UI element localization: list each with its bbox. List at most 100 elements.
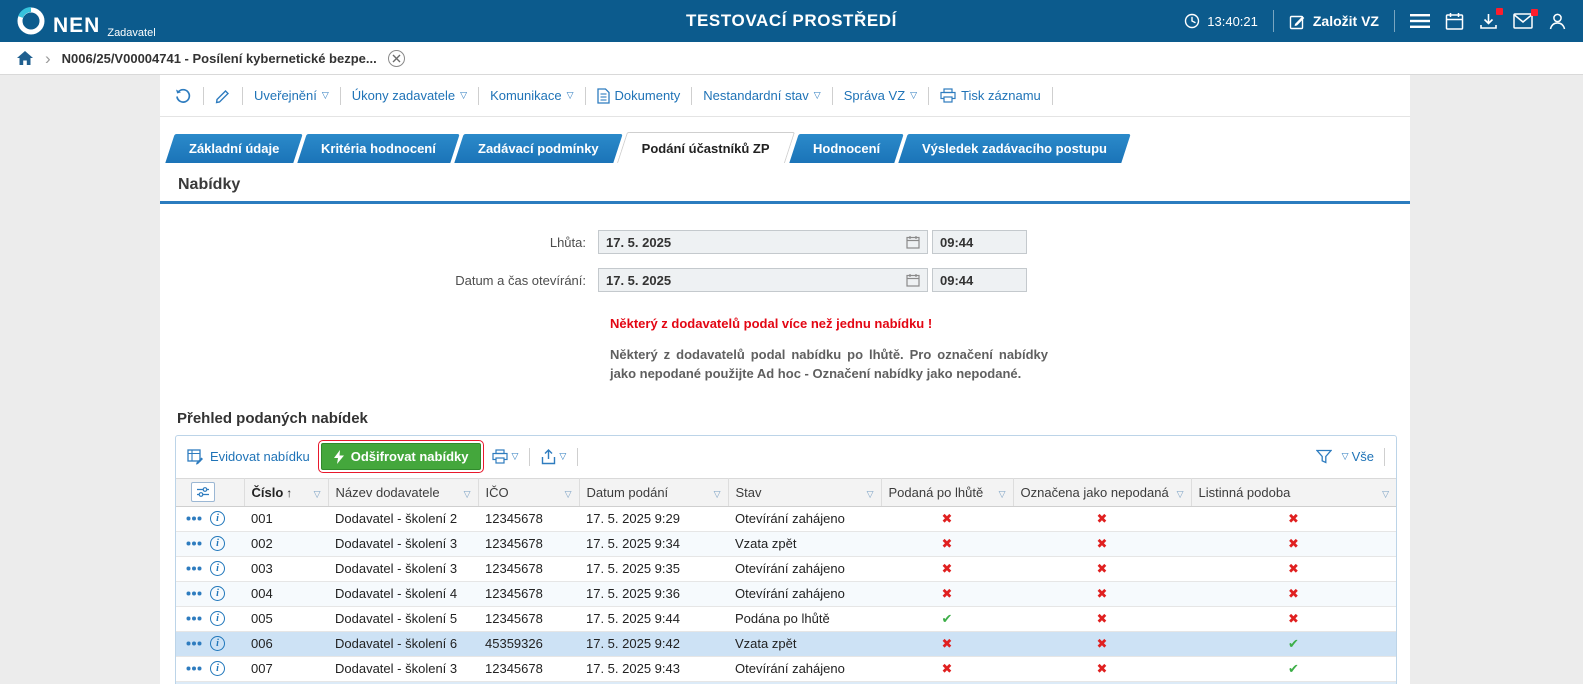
document-icon	[596, 87, 610, 104]
row-info-icon[interactable]: i	[210, 511, 225, 527]
messages-icon[interactable]	[1513, 9, 1538, 29]
filter-caret-icon[interactable]: ▽	[565, 489, 572, 500]
history-undo-icon[interactable]	[174, 87, 192, 105]
column-header-podana-po-lhute[interactable]: Podaná po lhůtě ▽	[881, 477, 1014, 507]
cell-submitted: 17. 5. 2025 9:36	[579, 581, 728, 607]
column-header-oznacena-jako-nepodana[interactable]: Označena jako nepodaná ▽	[1013, 477, 1192, 507]
column-header-nazev-dodavatele[interactable]: Název dodavatele ▽	[328, 477, 479, 507]
filter-caret-icon[interactable]: ▽	[867, 489, 874, 500]
cross-icon: ✖	[1288, 535, 1299, 551]
print-grid-button[interactable]: ▽	[492, 449, 518, 464]
tab-zakladni-udaje[interactable]: Základní údaje	[165, 134, 304, 163]
chevron-down-icon: ▽	[321, 90, 329, 100]
divider	[529, 447, 531, 466]
grid-action-bar: Evidovat nabídku Odšifrovat nabídky ▽ ▽ …	[176, 436, 1396, 478]
calendar-small-icon[interactable]	[906, 235, 920, 249]
row-menu-dots-icon[interactable]	[186, 641, 202, 646]
table-row[interactable]: i 002 Dodavatel - školení 3 12345678 17.…	[176, 531, 1396, 557]
calendar-small-icon[interactable]	[906, 273, 920, 287]
brand-role: Zadavatel	[107, 27, 156, 39]
opening-time-field[interactable]: 09:44	[932, 268, 1027, 292]
register-offer-button[interactable]: Evidovat nabídku	[187, 449, 310, 465]
menu-hamburger-icon[interactable]	[1410, 13, 1430, 29]
row-menu-dots-icon[interactable]	[186, 566, 202, 571]
table-row[interactable]: i 005 Dodavatel - školení 5 12345678 17.…	[176, 606, 1396, 632]
menu-nestandardni-stav[interactable]: Nestandardní stav ▽	[703, 88, 820, 103]
filter-caret-icon[interactable]: ▽	[999, 489, 1006, 500]
export-grid-button[interactable]: ▽	[541, 448, 566, 465]
calendar-icon[interactable]	[1445, 12, 1464, 31]
row-menu-dots-icon[interactable]	[186, 516, 202, 521]
filter-caret-icon[interactable]: ▽	[1177, 489, 1184, 500]
cell-late: ✖	[881, 631, 1013, 657]
row-menu-dots-icon[interactable]	[186, 591, 202, 596]
cell-supplier: Dodavatel - školení 3	[328, 556, 478, 582]
filter-caret-icon[interactable]: ▽	[314, 489, 321, 500]
row-menu-dots-icon[interactable]	[186, 666, 202, 671]
menu-komunikace[interactable]: Komunikace ▽	[490, 88, 573, 103]
cell-late: ✖	[881, 656, 1013, 682]
column-header-listinna-podoba[interactable]: Listinná podoba ▽	[1191, 477, 1396, 507]
row-menu-dots-icon[interactable]	[186, 616, 202, 621]
cross-icon: ✖	[1096, 585, 1108, 601]
app-brand[interactable]: NEN Zadavatel	[16, 6, 156, 39]
tab-hodnoceni[interactable]: Hodnocení	[788, 134, 904, 163]
column-settings-icon[interactable]	[191, 482, 215, 503]
menu-dokumenty[interactable]: Dokumenty	[596, 87, 680, 104]
table-row[interactable]: i 004 Dodavatel - školení 4 12345678 17.…	[176, 581, 1396, 607]
filter-preset-dropdown[interactable]: ▽ Vše	[1342, 449, 1374, 464]
create-vz-button[interactable]: Založit VZ	[1289, 13, 1379, 30]
table-row[interactable]: i 007 Dodavatel - školení 3 12345678 17.…	[176, 656, 1396, 682]
cell-number: 007	[244, 656, 328, 682]
opening-date-field[interactable]: 17. 5. 2025	[598, 268, 928, 292]
deadline-time-field[interactable]: 09:44	[932, 230, 1027, 254]
row-info-icon[interactable]: i	[210, 586, 225, 602]
column-header-stav[interactable]: Stav ▽	[728, 477, 882, 507]
edit-pencil-icon[interactable]	[215, 88, 231, 104]
menu-ukony-zadavatele[interactable]: Úkony zadavatele ▽	[352, 88, 467, 103]
close-record-icon[interactable]	[387, 49, 405, 67]
table-row[interactable]: i 006 Dodavatel - školení 6 45359326 17.…	[176, 631, 1396, 657]
breadcrumb-record[interactable]: N006/25/V00004741 - Posílení kybernetick…	[62, 51, 377, 66]
cell-supplier: Dodavatel - školení 4	[328, 581, 478, 607]
filter-caret-icon[interactable]: ▽	[714, 489, 721, 500]
row-info-icon[interactable]: i	[210, 636, 225, 652]
cell-number: 004	[244, 581, 328, 607]
brand-name: NEN	[53, 14, 101, 37]
filter-caret-icon[interactable]: ▽	[464, 489, 471, 500]
cell-number: 003	[244, 556, 328, 582]
row-info-icon[interactable]: i	[210, 561, 225, 577]
cell-paper-form: ✖	[1191, 606, 1396, 632]
tab-kriteria-hodnoceni[interactable]: Kritéria hodnocení	[297, 134, 460, 163]
clock-value: 13:40:21	[1207, 13, 1258, 29]
main-area: Uveřejnění ▽ Úkony zadavatele ▽ Komunika…	[0, 75, 1583, 684]
breadcrumb: › N006/25/V00004741 - Posílení kyberneti…	[0, 42, 1583, 75]
filter-funnel-icon[interactable]	[1315, 449, 1332, 464]
table-row[interactable]: i 001 Dodavatel - školení 2 12345678 17.…	[176, 506, 1396, 532]
column-header-cislo[interactable]: Číslo ↑ ▽	[244, 477, 329, 507]
decrypt-offers-button[interactable]: Odšifrovat nabídky	[317, 440, 485, 474]
menu-uverejneni[interactable]: Uveřejnění ▽	[254, 88, 329, 103]
menu-sprava-vz[interactable]: Správa VZ ▽	[844, 88, 917, 103]
row-actions-cell: i	[176, 556, 244, 582]
downloads-icon[interactable]	[1479, 7, 1503, 31]
row-info-icon[interactable]: i	[210, 536, 225, 552]
tab-podani-ucastniku-zp[interactable]: Podání účastníků ZP	[616, 132, 795, 163]
tab-zadavaci-podminky[interactable]: Zadávací podmínky	[454, 134, 623, 163]
row-menu-dots-icon[interactable]	[186, 541, 202, 546]
home-icon[interactable]	[16, 50, 34, 66]
column-header-datum-podani[interactable]: Datum podání ▽	[579, 477, 729, 507]
column-header-ico[interactable]: IČO ▽	[478, 477, 580, 507]
cell-marked-not-submitted: ✖	[1013, 656, 1191, 682]
tab-vysledek-zadavaciho-postupu[interactable]: Výsledek zadávacího postupu	[898, 134, 1131, 163]
cell-status: Otevírání zahájeno	[728, 506, 881, 532]
user-profile-icon[interactable]	[1548, 12, 1567, 31]
table-row[interactable]: i 003 Dodavatel - školení 3 12345678 17.…	[176, 556, 1396, 582]
cell-number: 005	[244, 606, 328, 632]
filter-caret-icon[interactable]: ▽	[1382, 489, 1389, 500]
row-info-icon[interactable]: i	[210, 611, 225, 627]
cell-status: Vzata zpět	[728, 631, 881, 657]
deadline-date-field[interactable]: 17. 5. 2025	[598, 230, 928, 254]
menu-tisk-zaznamu[interactable]: Tisk záznamu	[940, 88, 1041, 103]
row-info-icon[interactable]: i	[210, 661, 225, 677]
